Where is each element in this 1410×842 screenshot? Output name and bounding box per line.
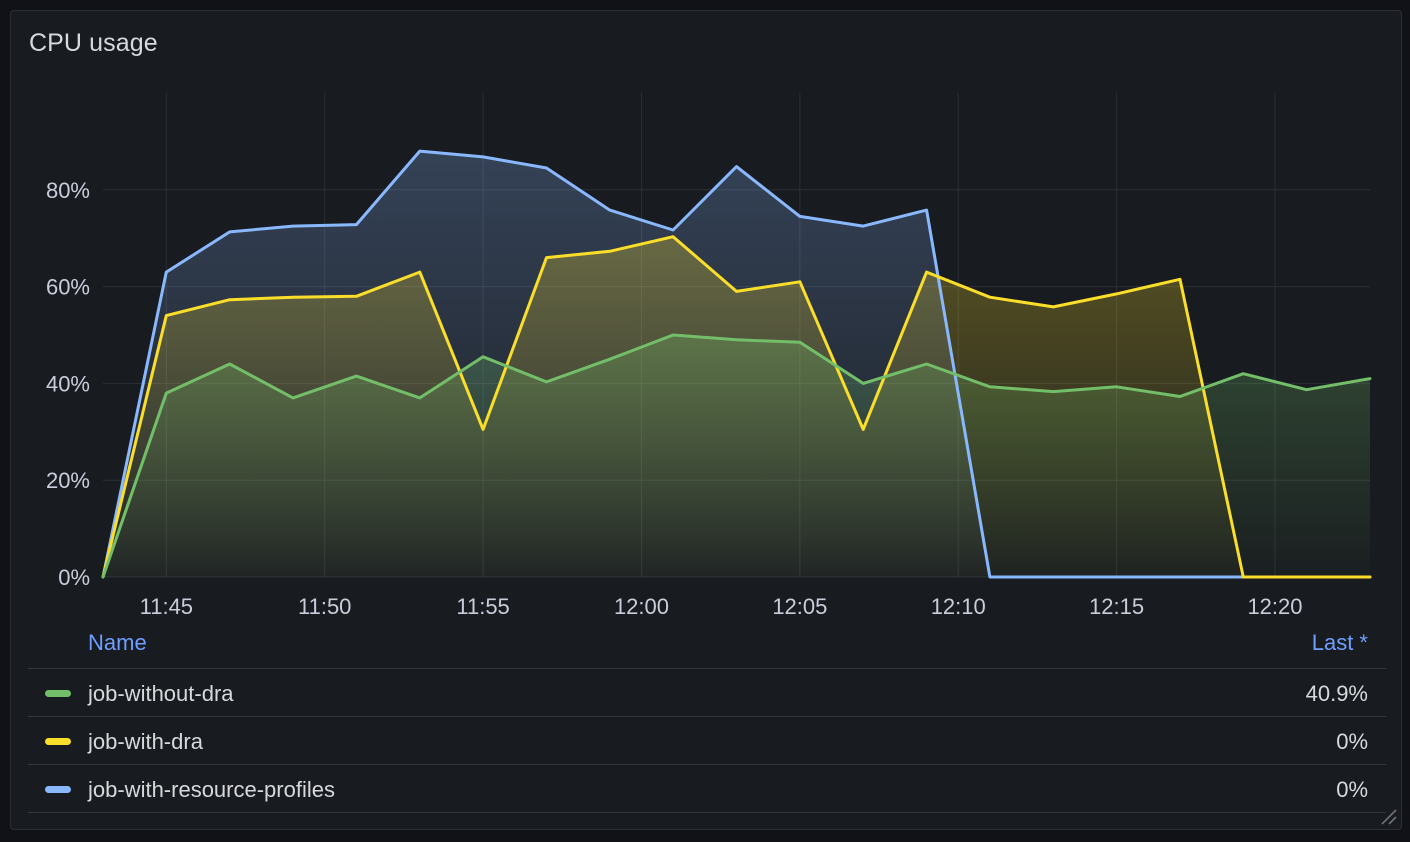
legend-last-header[interactable]: Last * <box>1312 630 1368 656</box>
legend-row-job-with-resource-profiles[interactable]: job-with-resource-profiles 0% <box>28 765 1386 813</box>
x-tick-label: 11:55 <box>456 594 509 619</box>
x-tick-label: 12:10 <box>931 594 986 619</box>
y-tick-label: 60% <box>46 275 90 300</box>
y-tick-label: 0% <box>58 565 90 590</box>
y-tick-label: 20% <box>46 468 90 493</box>
legend-series-name[interactable]: job-without-dra <box>88 681 234 707</box>
series-color-swatch <box>45 738 71 745</box>
series-color-swatch <box>45 690 71 697</box>
x-tick-label: 11:50 <box>298 594 351 619</box>
legend-header: Name Last * <box>28 628 1386 669</box>
x-tick-label: 12:15 <box>1089 594 1144 619</box>
legend-series-last: 0% <box>1336 777 1368 802</box>
legend-series-last: 40.9% <box>1305 681 1368 706</box>
legend-table: Name Last * job-without-dra 40.9% job-wi… <box>28 628 1386 813</box>
x-tick-label: 12:05 <box>772 594 827 619</box>
legend-series-name[interactable]: job-with-resource-profiles <box>88 777 335 803</box>
legend-series-last: 0% <box>1336 729 1368 754</box>
x-tick-label: 12:00 <box>614 594 669 619</box>
legend-row-job-without-dra[interactable]: job-without-dra 40.9% <box>28 669 1386 717</box>
legend-series-name[interactable]: job-with-dra <box>88 729 203 755</box>
x-tick-label: 11:45 <box>140 594 193 619</box>
legend-row-job-with-dra[interactable]: job-with-dra 0% <box>28 717 1386 765</box>
y-tick-label: 40% <box>46 371 90 396</box>
y-tick-label: 80% <box>46 178 90 203</box>
series-color-swatch <box>45 786 71 793</box>
x-tick-label: 12:20 <box>1247 594 1302 619</box>
cpu-usage-chart[interactable]: 0% 20% 40% 60% 80% 11:45 11:50 11:55 12:00 12:05 1… <box>0 0 1410 620</box>
legend-name-header[interactable]: Name <box>88 630 147 656</box>
